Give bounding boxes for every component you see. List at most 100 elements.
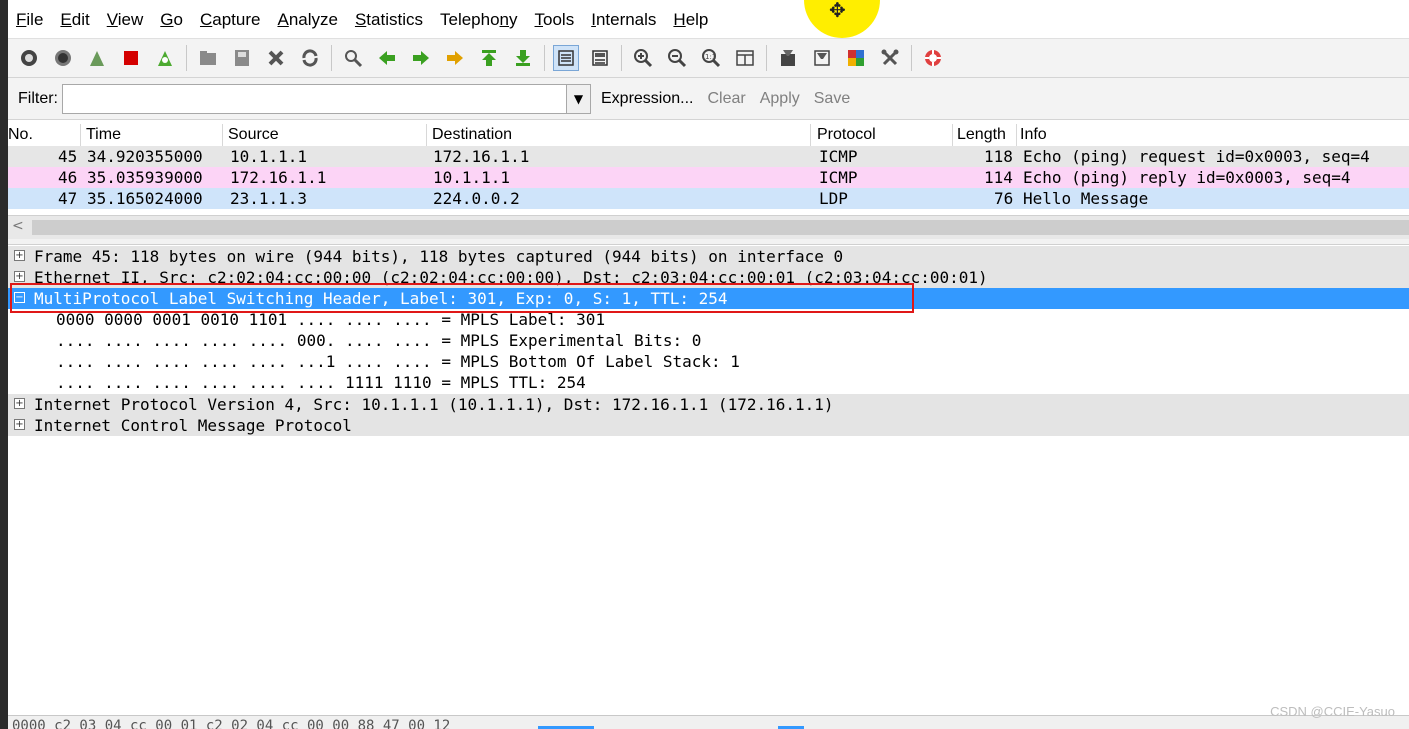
menu-internals[interactable]: Internals bbox=[591, 8, 656, 30]
colorize-icon[interactable] bbox=[553, 45, 579, 71]
packet-length: 118 bbox=[984, 147, 1013, 166]
column-divider[interactable] bbox=[80, 124, 81, 146]
packet-destination: 224.0.0.2 bbox=[433, 189, 520, 208]
packet-row[interactable]: 46 35.035939000 172.16.1.1 10.1.1.1 ICMP… bbox=[8, 167, 1409, 188]
find-packet-icon[interactable] bbox=[340, 45, 366, 71]
zoom-normal-icon[interactable]: 1:1 bbox=[698, 45, 724, 71]
column-divider[interactable] bbox=[952, 124, 953, 146]
menu-edit[interactable]: Edit bbox=[60, 8, 89, 30]
menu-statistics[interactable]: Statistics bbox=[355, 8, 423, 30]
bytes-pane[interactable]: 0000 c2 03 04 cc 00 01 c2 02 04 cc 00 00… bbox=[8, 715, 1409, 729]
column-header-destination[interactable]: Destination bbox=[432, 126, 512, 144]
interface-list-icon[interactable] bbox=[16, 45, 42, 71]
toolbar-separator bbox=[186, 45, 187, 71]
menu-capture[interactable]: Capture bbox=[200, 8, 260, 30]
column-divider[interactable] bbox=[1016, 124, 1017, 146]
packet-destination: 10.1.1.1 bbox=[433, 168, 511, 187]
packet-source: 10.1.1.1 bbox=[230, 147, 308, 166]
menu-help[interactable]: Help bbox=[673, 8, 708, 30]
filter-input[interactable] bbox=[62, 83, 567, 114]
column-divider[interactable] bbox=[810, 124, 811, 146]
detail-mpls-field[interactable]: .... .... .... .... .... .... 1111 1110 … bbox=[8, 372, 1409, 393]
menu-tools[interactable]: Tools bbox=[535, 8, 575, 30]
detail-mpls-bos: .... .... .... .... .... ...1 .... .... … bbox=[56, 352, 740, 371]
expand-icon[interactable]: + bbox=[14, 419, 25, 430]
start-capture-icon[interactable] bbox=[84, 45, 110, 71]
packet-no: 47 bbox=[58, 189, 78, 208]
detail-ipv4-text: Internet Protocol Version 4, Src: 10.1.1… bbox=[34, 395, 834, 414]
menu-telephony[interactable]: Telephony bbox=[440, 8, 518, 30]
detail-mpls-ttl: .... .... .... .... .... .... 1111 1110 … bbox=[56, 373, 586, 392]
column-header-no[interactable]: No. bbox=[8, 126, 33, 144]
detail-mpls-exp: .... .... .... .... .... 000. .... .... … bbox=[56, 331, 702, 350]
save-button[interactable]: Save bbox=[814, 90, 850, 108]
packet-no: 46 bbox=[58, 168, 78, 187]
expand-icon[interactable]: + bbox=[14, 271, 25, 282]
packet-row[interactable]: 47 35.165024000 23.1.1.3 224.0.0.2 LDP 7… bbox=[8, 188, 1409, 209]
menu-analyze[interactable]: Analyze bbox=[277, 8, 337, 30]
zoom-in-icon[interactable] bbox=[630, 45, 656, 71]
go-forward-icon[interactable] bbox=[408, 45, 434, 71]
scrollbar-thumb[interactable] bbox=[32, 220, 1409, 235]
detail-mpls-field[interactable]: .... .... .... .... .... ...1 .... .... … bbox=[8, 351, 1409, 372]
display-filters-icon[interactable] bbox=[809, 45, 835, 71]
detail-frame-text: Frame 45: 118 bytes on wire (944 bits), … bbox=[34, 247, 844, 266]
clear-button[interactable]: Clear bbox=[707, 90, 745, 108]
packet-info: Hello Message bbox=[1023, 189, 1149, 208]
go-to-packet-icon[interactable] bbox=[442, 45, 468, 71]
toolbar-separator bbox=[911, 45, 912, 71]
column-divider[interactable] bbox=[426, 124, 427, 146]
pane-splitter[interactable] bbox=[8, 239, 1409, 245]
open-file-icon[interactable] bbox=[195, 45, 221, 71]
expand-icon[interactable]: + bbox=[14, 398, 25, 409]
restart-capture-icon[interactable] bbox=[152, 45, 178, 71]
packet-row[interactable]: 45 34.920355000 10.1.1.1 172.16.1.1 ICMP… bbox=[8, 146, 1409, 167]
column-header-source[interactable]: Source bbox=[228, 126, 279, 144]
menu-view[interactable]: View bbox=[107, 8, 144, 30]
go-last-icon[interactable] bbox=[510, 45, 536, 71]
zoom-out-icon[interactable] bbox=[664, 45, 690, 71]
coloring-rules-icon[interactable] bbox=[843, 45, 869, 71]
capture-options-icon[interactable] bbox=[50, 45, 76, 71]
menu-bar: File Edit View Go Capture Analyze Statis… bbox=[8, 0, 1409, 38]
detail-mpls-field[interactable]: .... .... .... .... .... 000. .... .... … bbox=[8, 330, 1409, 351]
help-icon[interactable] bbox=[920, 45, 946, 71]
stop-capture-icon[interactable] bbox=[118, 45, 144, 71]
menu-go[interactable]: Go bbox=[160, 8, 183, 30]
detail-icmp[interactable]: + Internet Control Message Protocol bbox=[8, 415, 1409, 436]
packet-list-hscrollbar[interactable]: < bbox=[8, 215, 1409, 239]
column-divider[interactable] bbox=[222, 124, 223, 146]
chevron-down-icon: ▼ bbox=[573, 91, 584, 106]
detail-frame[interactable]: + Frame 45: 118 bytes on wire (944 bits)… bbox=[8, 246, 1409, 267]
expand-icon[interactable]: + bbox=[14, 250, 25, 261]
preferences-icon[interactable] bbox=[877, 45, 903, 71]
save-file-icon[interactable] bbox=[229, 45, 255, 71]
packet-source: 23.1.1.3 bbox=[230, 189, 308, 208]
annotation-highlight-box bbox=[10, 283, 914, 313]
column-header-length[interactable]: Length bbox=[957, 126, 1006, 144]
scroll-left-icon[interactable]: < bbox=[12, 218, 24, 234]
watermark: CSDN @CCIE-Yasuo bbox=[1270, 704, 1395, 719]
packet-time: 34.920355000 bbox=[87, 147, 203, 166]
detail-ipv4[interactable]: + Internet Protocol Version 4, Src: 10.1… bbox=[8, 394, 1409, 415]
bytes-hex-text: 0000 c2 03 04 cc 00 01 c2 02 04 cc 00 00… bbox=[12, 718, 451, 729]
close-file-icon[interactable] bbox=[263, 45, 289, 71]
packet-protocol: LDP bbox=[819, 189, 848, 208]
menu-file[interactable]: File bbox=[16, 8, 43, 30]
column-header-time[interactable]: Time bbox=[86, 126, 121, 144]
apply-button[interactable]: Apply bbox=[760, 90, 800, 108]
reload-icon[interactable] bbox=[297, 45, 323, 71]
auto-scroll-icon[interactable] bbox=[587, 45, 613, 71]
packet-time: 35.035939000 bbox=[87, 168, 203, 187]
expression-button[interactable]: Expression... bbox=[601, 90, 693, 108]
column-header-protocol[interactable]: Protocol bbox=[817, 126, 876, 144]
resize-columns-icon[interactable] bbox=[732, 45, 758, 71]
filter-dropdown-button[interactable]: ▼ bbox=[567, 83, 591, 114]
filter-bar: Filter: ▼ Expression... Clear Apply Save bbox=[8, 78, 1409, 120]
column-header-info[interactable]: Info bbox=[1020, 126, 1047, 144]
go-first-icon[interactable] bbox=[476, 45, 502, 71]
capture-filters-icon[interactable] bbox=[775, 45, 801, 71]
toolbar-separator bbox=[621, 45, 622, 71]
packet-protocol: ICMP bbox=[819, 168, 858, 187]
go-back-icon[interactable] bbox=[374, 45, 400, 71]
